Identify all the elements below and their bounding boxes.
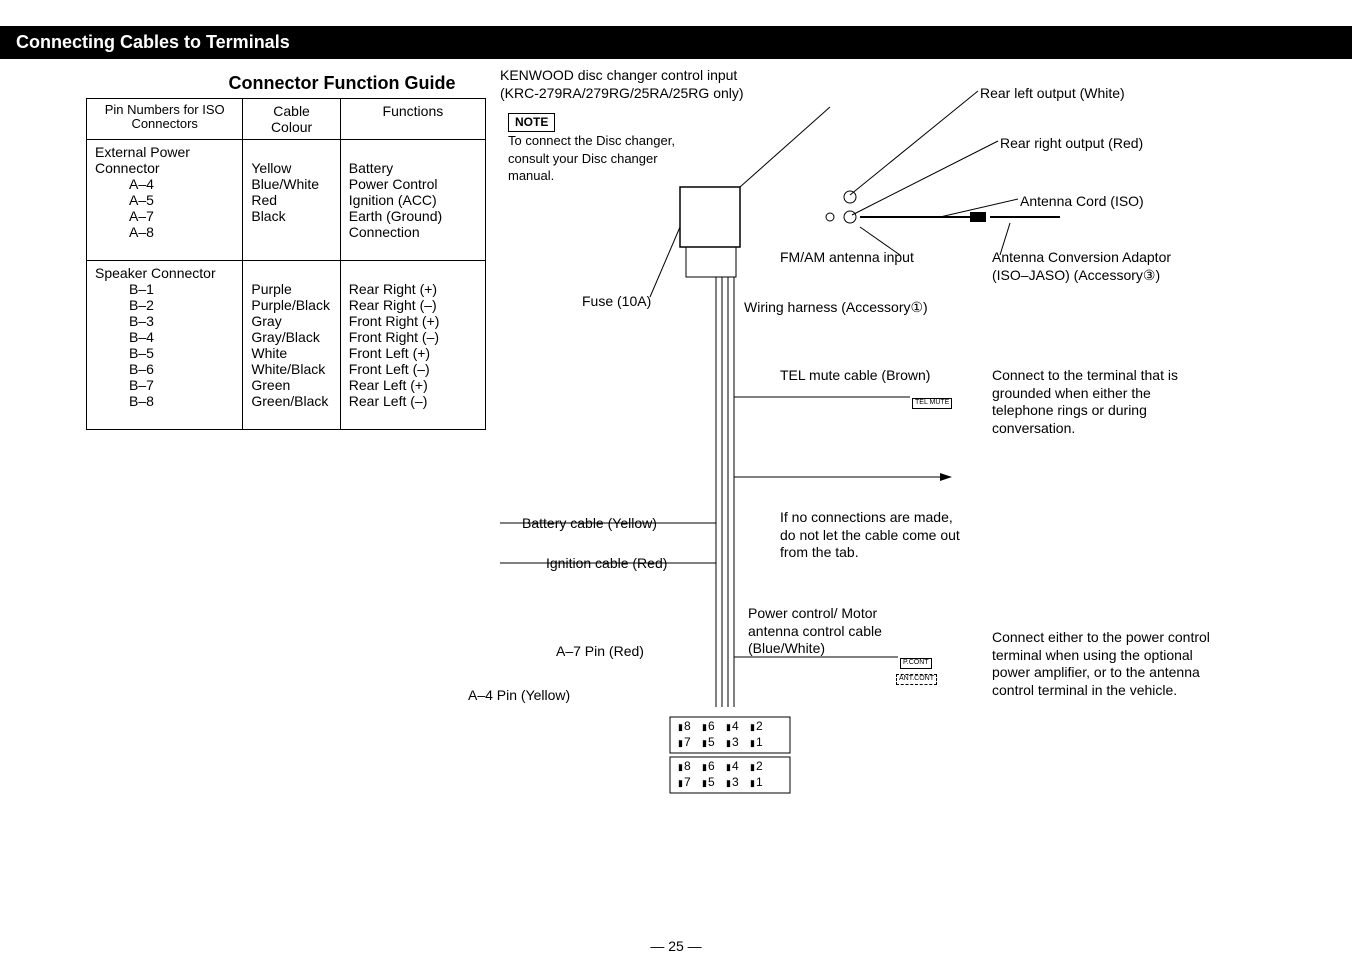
section-label-power: External Power Connector <box>95 144 190 176</box>
note-label: NOTE <box>508 113 555 132</box>
func: Rear Right (+) <box>349 281 437 297</box>
no-connections-label: If no connections are made, do not let t… <box>780 509 970 562</box>
func: Front Left (–) <box>349 361 430 377</box>
colour: Purple <box>251 281 291 297</box>
pin: B–8 <box>95 393 154 409</box>
func: Earth (Ground) Connection <box>349 208 442 240</box>
pin: B–1 <box>95 281 154 297</box>
note-block: NOTE To connect the Disc changer, consul… <box>508 113 688 185</box>
section-title: Connecting Cables to Terminals <box>16 32 290 52</box>
pin: B–5 <box>95 345 154 361</box>
disc-changer-label: KENWOOD disc changer control input (KRC-… <box>500 67 744 102</box>
table-section-speaker: Speaker Connector B–1 B–2 B–3 B–4 B–5 B–… <box>87 261 486 430</box>
rear-left-output-label: Rear left output (White) <box>980 85 1125 103</box>
func: Rear Left (–) <box>349 393 428 409</box>
colour: Gray <box>251 313 281 329</box>
pin: A–8 <box>95 224 154 240</box>
pin: B–2 <box>95 297 154 313</box>
page-number: — 25 — <box>0 938 1352 954</box>
colour: Green <box>251 377 290 393</box>
func: Battery <box>349 160 393 176</box>
pin: B–7 <box>95 377 154 393</box>
wiring-diagram: KENWOOD disc changer control input (KRC-… <box>500 67 1340 897</box>
colour: Red <box>251 192 277 208</box>
func: Front Left (+) <box>349 345 430 361</box>
table-section-power: External Power Connector A–4 A–5 A–7 A–8… <box>87 140 486 261</box>
colour: Gray/Black <box>251 329 319 345</box>
tel-mute-label: TEL mute cable (Brown) <box>780 367 930 385</box>
battery-cable-label: Battery cable (Yellow) <box>522 515 657 533</box>
func: Front Right (+) <box>349 313 440 329</box>
pin: A–7 <box>95 208 154 224</box>
colour: White <box>251 345 287 361</box>
func: Rear Right (–) <box>349 297 437 313</box>
func: Front Right (–) <box>349 329 439 345</box>
wiring-svg <box>500 67 1340 897</box>
pin: B–3 <box>95 313 154 329</box>
ignition-cable-label: Ignition cable (Red) <box>546 555 667 573</box>
antcont-tag: ANT.CONT <box>896 667 937 685</box>
fm-am-label: FM/AM antenna input <box>780 249 914 267</box>
colour: Green/Black <box>251 393 328 409</box>
col-pin: Pin Numbers for ISO Connectors <box>87 99 243 140</box>
func: Power Control <box>349 176 438 192</box>
colour: White/Black <box>251 361 325 377</box>
tel-mute-tag: TEL MUTE <box>912 391 952 409</box>
table-title: Connector Function Guide <box>142 73 542 94</box>
power-control-desc: Connect either to the power control term… <box>992 629 1212 699</box>
col-colour: Cable Colour <box>243 99 340 140</box>
antenna-cord-label: Antenna Cord (ISO) <box>1020 193 1144 211</box>
antenna-adaptor-label: Antenna Conversion Adaptor (ISO–JASO) (A… <box>992 249 1202 284</box>
colour: Blue/White <box>251 176 319 192</box>
iso-lower-row2: 7 5 3 1 <box>678 775 772 790</box>
fuse-label: Fuse (10A) <box>582 293 651 311</box>
connector-function-table: Pin Numbers for ISO Connectors Cable Col… <box>86 98 486 430</box>
pin: B–6 <box>95 361 154 377</box>
section-label-speaker: Speaker Connector <box>95 265 216 281</box>
iso-upper-row2: 7 5 3 1 <box>678 735 772 750</box>
func: Rear Left (+) <box>349 377 428 393</box>
col-functions: Functions <box>340 99 485 140</box>
a7-pin-label: A–7 Pin (Red) <box>556 643 644 661</box>
pin: B–4 <box>95 329 154 345</box>
tel-mute-desc: Connect to the terminal that is grounded… <box>992 367 1212 437</box>
func: Ignition (ACC) <box>349 192 437 208</box>
section-header: Connecting Cables to Terminals <box>0 26 1352 59</box>
content-area: Connector Function Guide Pin Numbers for… <box>0 59 1352 430</box>
pin: A–4 <box>95 176 154 192</box>
wiring-harness-label: Wiring harness (Accessory①) <box>744 299 928 317</box>
note-text: To connect the Disc changer, consult you… <box>508 133 675 183</box>
power-control-label: Power control/ Motor antenna control cab… <box>748 605 918 658</box>
pin: A–5 <box>95 192 154 208</box>
colour: Purple/Black <box>251 297 330 313</box>
rear-right-output-label: Rear right output (Red) <box>1000 135 1143 153</box>
iso-upper-row1: 8 6 4 2 <box>678 719 772 734</box>
a4-pin-label: A–4 Pin (Yellow) <box>468 687 570 705</box>
iso-lower-row1: 8 6 4 2 <box>678 759 772 774</box>
colour: Black <box>251 208 285 224</box>
colour: Yellow <box>251 160 291 176</box>
